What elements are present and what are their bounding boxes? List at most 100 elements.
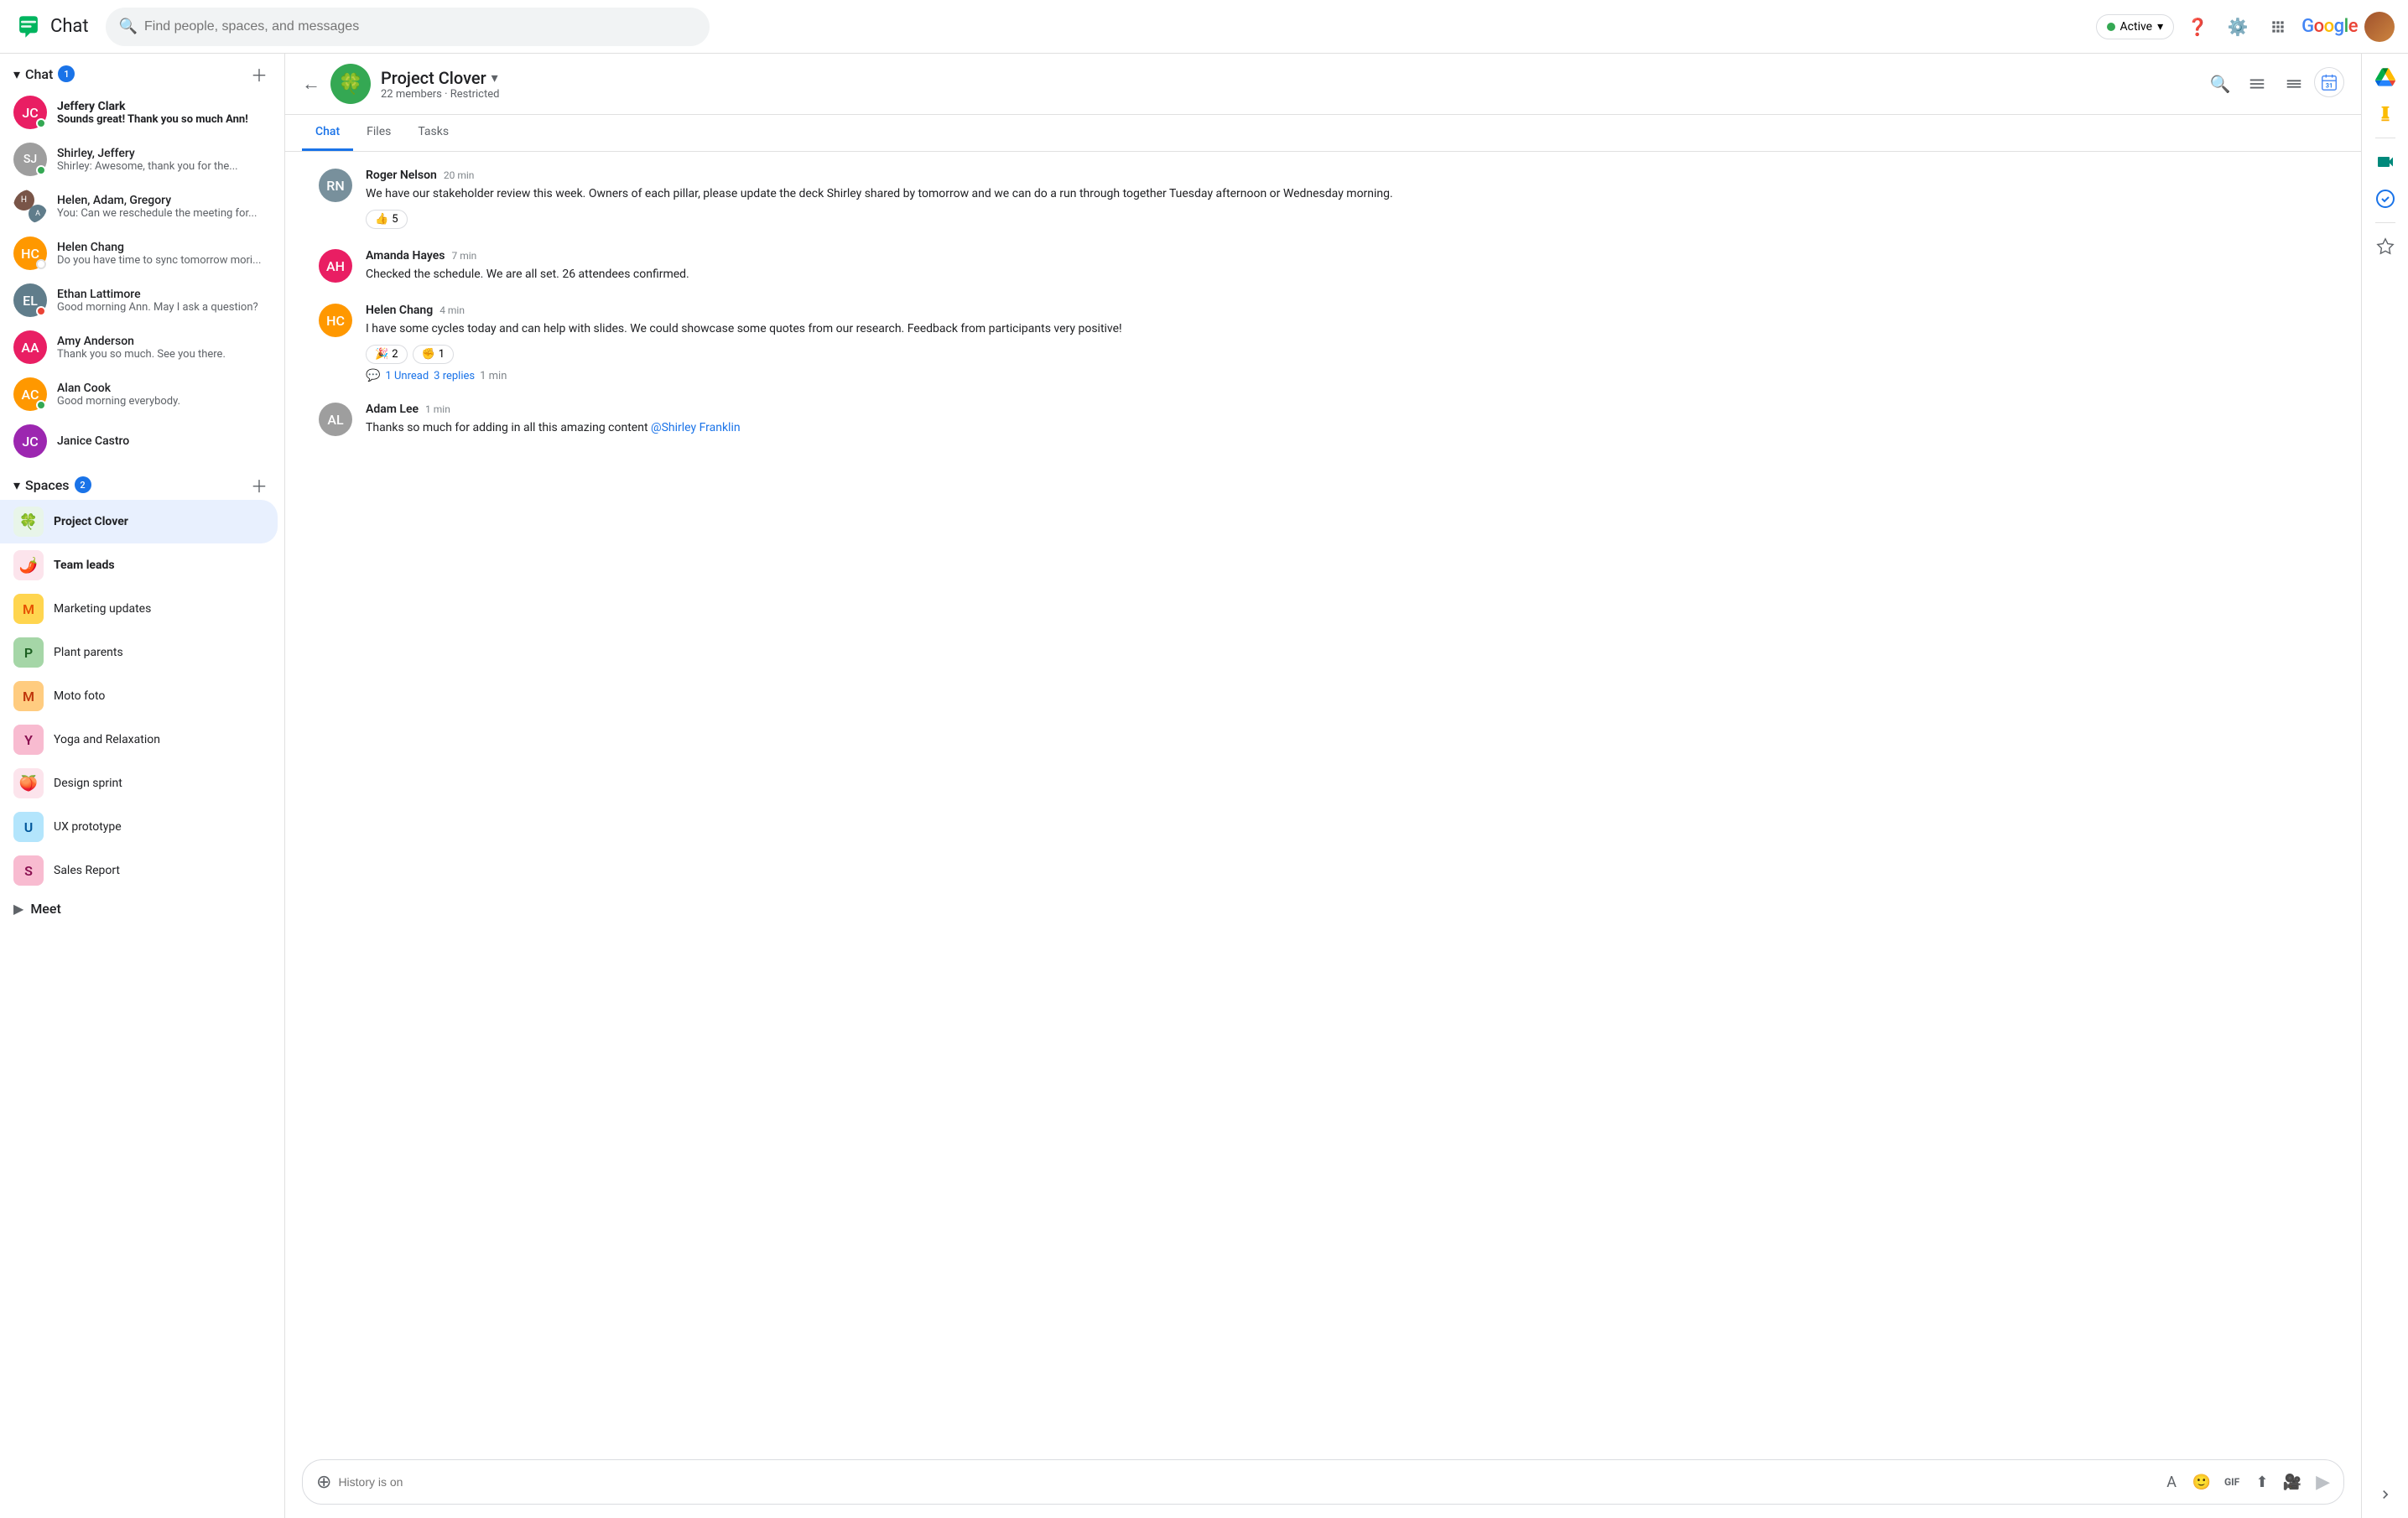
msg-sender-amanda: Amanda Hayes: [366, 249, 445, 263]
chat-content-shirley-jeffery: Shirley, Jeffery Shirley: Awesome, thank…: [57, 147, 264, 173]
chat-chevron-icon: ▾: [13, 66, 20, 82]
settings-button[interactable]: ⚙️: [2221, 10, 2255, 44]
spaces-badge: 2: [75, 476, 91, 493]
space-item-yoga[interactable]: Y Yoga and Relaxation: [0, 718, 278, 762]
thread-time: 1 min: [480, 370, 507, 382]
tab-chat[interactable]: Chat: [302, 115, 353, 151]
google-logo: Google: [2301, 16, 2358, 37]
input-toolbar: A 🙂 GIF ⬆ 🎥: [2158, 1469, 2306, 1495]
space-item-sales-report[interactable]: S Sales Report: [0, 849, 278, 892]
chat-item-jeffery[interactable]: JC Jeffery Clark Sounds great! Thank you…: [0, 89, 278, 136]
chat-item-janice[interactable]: JC Janice Castro: [0, 418, 278, 465]
reaction-fist-helen[interactable]: ✊ 1: [413, 345, 455, 364]
msg-content-adam: Adam Lee 1 min Thanks so much for adding…: [366, 403, 2327, 437]
header-menu-button[interactable]: [2277, 67, 2311, 101]
search-icon: 🔍: [119, 18, 138, 35]
chat-content-helen-adam: Helen, Adam, Gregory You: Can we resched…: [57, 194, 264, 220]
tab-tasks[interactable]: Tasks: [404, 115, 462, 151]
drive-rail-button[interactable]: [2369, 60, 2402, 94]
msg-sender-roger: Roger Nelson: [366, 169, 437, 182]
keep-rail-button[interactable]: [2369, 97, 2402, 131]
space-name-sales-report: Sales Report: [54, 864, 120, 877]
chat-item-amy[interactable]: AA Amy Anderson Thank you so much. See y…: [0, 324, 278, 371]
search-input[interactable]: [144, 19, 696, 34]
avatar-helen-msg: HC: [319, 304, 352, 337]
msg-content-roger: Roger Nelson 20 min We have our stakehol…: [366, 169, 2327, 229]
chat-item-helen-adam[interactable]: H A Helen, Adam, Gregory You: Can we res…: [0, 183, 278, 230]
star-rail-button[interactable]: [2369, 230, 2402, 263]
space-item-ux-prototype[interactable]: U UX prototype: [0, 805, 278, 849]
active-status-button[interactable]: Active ▾: [2096, 14, 2175, 39]
spaces-add-button[interactable]: ＋: [247, 473, 271, 496]
calendar-app-button[interactable]: 31: [2314, 67, 2344, 97]
avatar-adam: AL: [319, 403, 352, 436]
chat-badge: 1: [58, 65, 75, 82]
main-layout: ▾ Chat 1 ＋ JC Jeffery Clark Sounds great…: [0, 54, 2408, 1518]
chat-preview-alan: Good morning everybody.: [57, 395, 264, 408]
send-button[interactable]: ▶: [2316, 1472, 2330, 1493]
apps-grid-icon: [2270, 18, 2286, 35]
gif-button[interactable]: GIF: [2218, 1469, 2245, 1495]
chat-item-shirley-jeffery[interactable]: SJ Shirley, Jeffery Shirley: Awesome, th…: [0, 136, 278, 183]
space-item-marketing[interactable]: M Marketing updates: [0, 587, 278, 631]
input-add-button[interactable]: ⊕: [316, 1472, 331, 1493]
space-item-team-leads[interactable]: 🌶️ Team leads: [0, 543, 278, 587]
message-adam: AL Adam Lee 1 min Thanks so much for add…: [319, 403, 2327, 437]
search-bar[interactable]: 🔍: [106, 8, 710, 46]
message-input[interactable]: [338, 1475, 2151, 1489]
spaces-section-header[interactable]: ▾ Spaces 2 ＋: [0, 465, 284, 500]
msg-time-adam: 1 min: [425, 403, 450, 415]
avatar-amy: AA: [13, 330, 47, 364]
space-name-team-leads: Team leads: [54, 559, 115, 572]
avatar-helen-chang: HC: [13, 237, 47, 270]
emoji-button[interactable]: 🙂: [2188, 1469, 2215, 1495]
chat-preview-shirley-jeffery: Shirley: Awesome, thank you for the...: [57, 160, 264, 173]
topbar: Chat 🔍 Active ▾ ❓ ⚙️ Google: [0, 0, 2408, 54]
tasks-rail-button[interactable]: [2369, 182, 2402, 216]
chat-item-helen-chang[interactable]: HC Helen Chang Do you have time to sync …: [0, 230, 278, 277]
chat-content-jeffery: Jeffery Clark Sounds great! Thank you so…: [57, 100, 264, 126]
back-button[interactable]: ←: [302, 73, 320, 95]
chat-section-header[interactable]: ▾ Chat 1 ＋: [0, 54, 284, 89]
message-amanda: AH Amanda Hayes 7 min Checked the schedu…: [319, 249, 2327, 283]
msg-sender-adam: Adam Lee: [366, 403, 419, 416]
tab-files[interactable]: Files: [353, 115, 404, 151]
header-search-button[interactable]: 🔍: [2203, 67, 2237, 101]
space-header-name-button[interactable]: Project Clover ▾: [381, 68, 2193, 88]
chat-name-shirley-jeffery: Shirley, Jeffery: [57, 147, 264, 160]
space-icon-yoga: Y: [13, 725, 44, 755]
meet-section[interactable]: ▶ Meet: [0, 892, 284, 925]
chat-section-label-group: ▾ Chat 1: [13, 65, 75, 82]
app-logo[interactable]: Chat: [13, 12, 89, 42]
chat-item-alan[interactable]: AC Alan Cook Good morning everybody.: [0, 371, 278, 418]
reaction-party-helen[interactable]: 🎉 2: [366, 345, 408, 364]
video-button[interactable]: 🎥: [2279, 1469, 2306, 1495]
space-item-design-sprint[interactable]: 🍑 Design sprint: [0, 762, 278, 805]
reaction-thumbsup-roger[interactable]: 👍 5: [366, 210, 408, 229]
chat-add-button[interactable]: ＋: [247, 62, 271, 86]
expand-rail-button[interactable]: [2369, 1478, 2402, 1511]
spaces-section-label: Spaces: [25, 477, 69, 493]
meet-rail-button[interactable]: [2369, 145, 2402, 179]
chat-item-ethan[interactable]: EL Ethan Lattimore Good morning Ann. May…: [0, 277, 278, 324]
thread-info-helen[interactable]: 💬 1 Unread 3 replies 1 min: [366, 369, 2327, 382]
help-button[interactable]: ❓: [2181, 10, 2214, 44]
chat-content-helen-chang: Helen Chang Do you have time to sync tom…: [57, 241, 264, 267]
space-name-marketing: Marketing updates: [54, 602, 151, 616]
active-dropdown-icon: ▾: [2157, 20, 2163, 34]
format-text-button[interactable]: A: [2158, 1469, 2185, 1495]
apps-button[interactable]: [2261, 10, 2295, 44]
msg-time-helen: 4 min: [439, 304, 465, 316]
reaction-bar-roger: 👍 5: [366, 210, 2327, 229]
sidebar: ▾ Chat 1 ＋ JC Jeffery Clark Sounds great…: [0, 54, 285, 1518]
header-toggle-sidebar-button[interactable]: [2240, 67, 2274, 101]
space-item-plant-parents[interactable]: P Plant parents: [0, 631, 278, 674]
upload-button[interactable]: ⬆: [2249, 1469, 2275, 1495]
space-item-moto-foto[interactable]: M Moto foto: [0, 674, 278, 718]
space-item-project-clover[interactable]: 🍀 Project Clover: [0, 500, 278, 543]
msg-mention-shirley: @Shirley Franklin: [651, 421, 741, 434]
rail-divider-2: [2375, 222, 2395, 223]
msg-content-helen: Helen Chang 4 min I have some cycles tod…: [366, 304, 2327, 382]
user-avatar[interactable]: [2364, 12, 2395, 42]
chat-preview-jeffery: Sounds great! Thank you so much Ann!: [57, 113, 264, 126]
